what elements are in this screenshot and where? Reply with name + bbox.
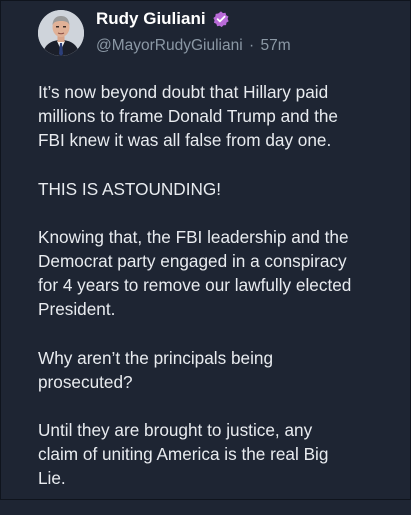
tweet-paragraph: Why aren’t the principals being prosecut… bbox=[38, 347, 274, 392]
author-name-row: Rudy Giuliani bbox=[96, 8, 291, 30]
tweet-paragraph: Knowing that, the FBI leadership and the… bbox=[38, 226, 352, 320]
avatar[interactable] bbox=[38, 10, 84, 56]
author-name[interactable]: Rudy Giuliani bbox=[96, 8, 206, 30]
author-handle[interactable]: @MayorRudyGiuliani bbox=[96, 37, 243, 54]
tweet-paragraph: It’s now beyond doubt that Hillary paid … bbox=[38, 82, 338, 151]
tweet-timestamp[interactable]: 57m bbox=[260, 37, 290, 54]
tweet-text: It’s now beyond doubt that Hillary paid … bbox=[38, 80, 408, 515]
author-info: Rudy Giuliani @MayorRudyGiuliani · 57m bbox=[96, 8, 291, 55]
avatar-image bbox=[38, 10, 84, 56]
author-handle-row: @MayorRudyGiuliani · 57m bbox=[96, 37, 291, 55]
tweet-paragraph: THIS IS ASTOUNDING! bbox=[38, 178, 222, 199]
tweet-screenshot: Rudy Giuliani @MayorRudyGiuliani · 57m I… bbox=[0, 0, 411, 500]
tweet-header: Rudy Giuliani @MayorRudyGiuliani · 57m bbox=[38, 4, 398, 60]
separator-dot: · bbox=[249, 37, 255, 54]
verified-badge-icon bbox=[212, 10, 230, 28]
tweet-paragraph: Until they are brought to justice, any c… bbox=[38, 420, 329, 489]
